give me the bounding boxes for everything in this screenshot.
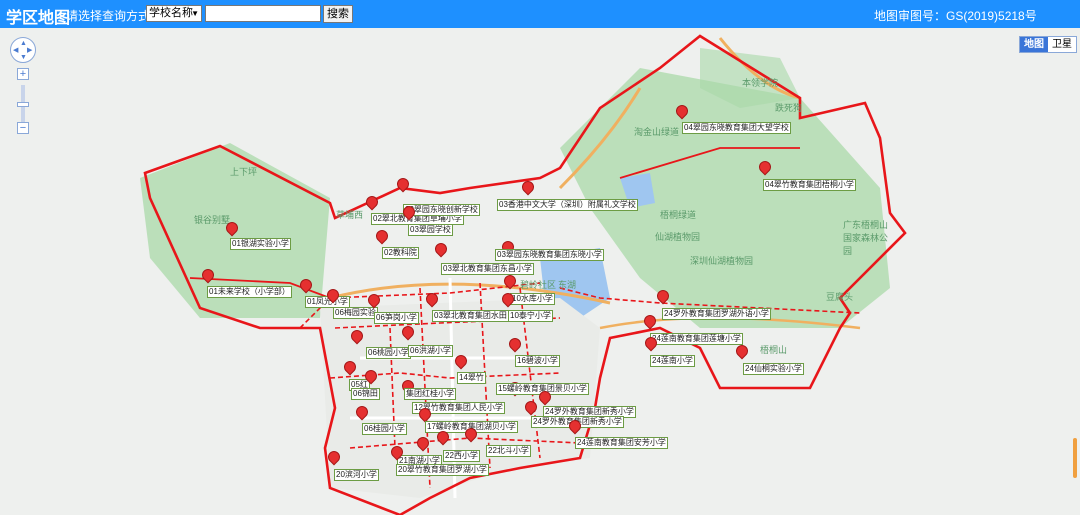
place-label: 银谷别墅	[194, 215, 231, 225]
map-approval-number: 地图审图号：GS(2019)5218号	[874, 9, 1037, 23]
school-label[interactable]: 02教科院	[382, 247, 419, 259]
school-label[interactable]: 24莲南教育集团莲塘小学	[650, 333, 743, 345]
school-label[interactable]: 22西小学	[443, 450, 480, 462]
school-label[interactable]: 03翠园学校	[408, 224, 453, 236]
arrow-up-icon[interactable]: ▲	[20, 40, 27, 47]
place-label: 淘金山绿道	[634, 127, 680, 137]
place-label: 梧桐绿道	[660, 210, 697, 220]
scroll-indicator[interactable]	[1073, 438, 1077, 478]
school-label[interactable]: 06洪湖小学	[408, 345, 453, 357]
school-label[interactable]: 01银湖实验小学	[230, 238, 291, 250]
map-type-switcher: 地图 卫星	[1019, 36, 1077, 53]
place-label: 草埔西	[336, 210, 364, 220]
arrow-left-icon[interactable]: ◀	[13, 47, 18, 54]
school-label[interactable]: 03香港中文大学（深圳）附属礼文学校	[497, 199, 638, 211]
app-title: 学区地图	[6, 10, 71, 27]
map-canvas[interactable]: 本领学院 跌死狗 淘金山绿道 梧桐绿道 上下坪 银谷别墅 仙湖植物园 广东梧桐山…	[0, 28, 1080, 515]
query-mode-select[interactable]: 学校名称 ▼	[146, 5, 202, 22]
zoom-in-button[interactable]: +	[17, 68, 29, 80]
school-label[interactable]: 24仙桐实验小学	[743, 363, 804, 375]
place-label: 本领学院	[742, 78, 779, 88]
arrow-down-icon[interactable]: ▼	[20, 54, 27, 61]
school-label[interactable]: 01未来学校（小学部）	[207, 286, 292, 298]
place-label: 梧桐山	[760, 345, 788, 355]
school-label[interactable]: 06桃园小学	[366, 347, 411, 359]
place-label: 仙湖植物园	[655, 232, 701, 242]
place-label: 豆腐头	[826, 292, 854, 302]
place-label: 上下坪	[230, 167, 258, 177]
place-label: 深圳仙湖植物园	[690, 256, 754, 266]
school-label[interactable]: 10泰宁小学	[508, 310, 553, 322]
search-input[interactable]	[205, 5, 321, 22]
zoom-slider-handle[interactable]	[17, 102, 29, 107]
school-label[interactable]: 20翠竹教育集团罗湖小学	[396, 464, 489, 476]
school-label[interactable]: 06笋岗小学	[374, 312, 419, 324]
map-type-satellite-button[interactable]: 卫星	[1048, 37, 1076, 52]
school-label[interactable]: 集团红桂小学	[404, 388, 456, 400]
school-label[interactable]: 20滨河小学	[334, 469, 379, 481]
chevron-down-icon: ▼	[191, 9, 199, 18]
pan-control[interactable]: ▲ ▼ ◀ ▶	[10, 37, 36, 63]
arrow-right-icon[interactable]: ▶	[27, 47, 32, 54]
school-label[interactable]: 04翠园东晓教育集团大望学校	[682, 122, 791, 134]
school-label[interactable]: 16碧波小学	[515, 355, 560, 367]
search-button[interactable]: 搜索	[323, 5, 353, 23]
place-label: 东湖	[558, 280, 577, 290]
school-label[interactable]: 06桂园小学	[362, 423, 407, 435]
place-label: 广东梧桐山国家森林公园	[843, 220, 889, 256]
place-label: 碧岭社区	[520, 280, 557, 290]
school-label[interactable]: 24莲南小学	[650, 355, 695, 367]
map-type-map-button[interactable]: 地图	[1020, 37, 1048, 52]
school-label[interactable]: 22北斗小学	[486, 445, 531, 457]
school-label[interactable]: 03翠园东晓教育集团东晓小学	[495, 249, 604, 261]
school-label[interactable]: 24罗外教育集团罗湖外语小学	[662, 308, 771, 320]
green-area	[560, 68, 890, 328]
query-mode-label: 请选择查询方式:	[66, 9, 154, 23]
school-label[interactable]: 06梅园实验	[333, 307, 378, 319]
top-bar: 学区地图 请选择查询方式: 学校名称 ▼ 搜索 地图审图号：GS(2019)521…	[0, 0, 1080, 28]
school-label[interactable]: 03翠北教育集团水田	[432, 310, 509, 322]
school-label[interactable]: 10水库小学	[510, 293, 555, 305]
school-label[interactable]: 04翠竹教育集团梧桐小学	[763, 179, 856, 191]
zoom-out-button[interactable]: −	[17, 122, 29, 134]
school-label[interactable]: 24莲南教育集团安芳小学	[575, 437, 668, 449]
school-label[interactable]: 06锦田	[351, 388, 380, 400]
school-label[interactable]: 03翠北教育集团东昌小学	[441, 263, 534, 275]
query-mode-value: 学校名称	[149, 7, 193, 19]
map-base-layer	[140, 34, 907, 515]
place-label: 跌死狗	[775, 103, 803, 113]
school-label[interactable]: 14翠竹	[457, 372, 486, 384]
